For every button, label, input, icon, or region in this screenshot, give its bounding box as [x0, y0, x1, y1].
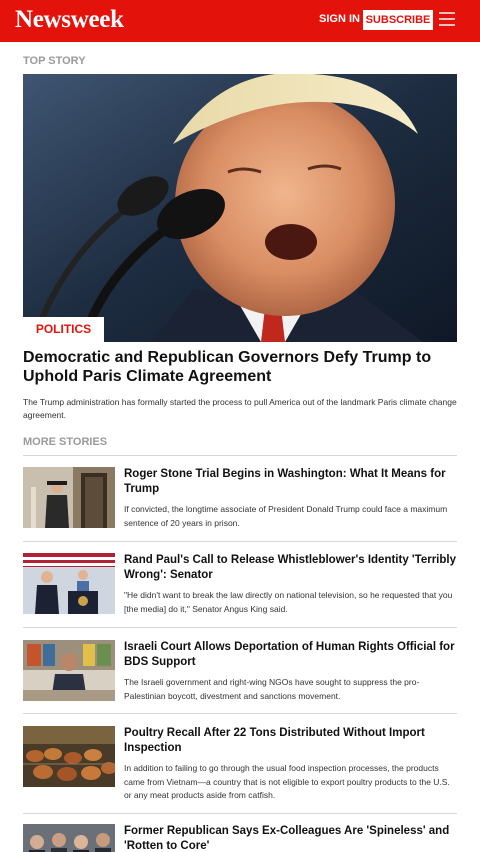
divider: [23, 813, 457, 814]
story-item[interactable]: Israeli Court Allows Deportation of Huma…: [23, 640, 457, 710]
story-thumbnail[interactable]: [23, 824, 115, 852]
story-summary: The Israeli government and right-wing NG…: [124, 677, 420, 701]
story-headline[interactable]: Israeli Court Allows Deportation of Huma…: [124, 640, 457, 670]
story-photo: [23, 824, 115, 852]
hamburger-icon[interactable]: [439, 12, 455, 28]
hero-photo: [23, 74, 457, 342]
divider: [23, 455, 457, 456]
more-stories-label: MORE STORIES: [23, 436, 108, 448]
story-headline[interactable]: Roger Stone Trial Begins in Washington: …: [124, 467, 457, 497]
story-photo: [23, 553, 115, 614]
story-photo: [23, 640, 115, 701]
story-thumbnail[interactable]: [23, 467, 115, 528]
story-item[interactable]: Roger Stone Trial Begins in Washington: …: [23, 467, 457, 537]
sign-in-link[interactable]: SIGN IN: [319, 13, 360, 25]
story-item[interactable]: Poultry Recall After 22 Tons Distributed…: [23, 726, 457, 810]
category-tag[interactable]: POLITICS: [23, 317, 104, 342]
hero-image[interactable]: POLITICS: [23, 74, 457, 342]
divider: [23, 627, 457, 628]
story-headline[interactable]: Rand Paul's Call to Release Whistleblowe…: [124, 553, 457, 583]
header-bar: Newsweek SIGN IN SUBSCRIBE: [0, 0, 480, 42]
story-thumbnail[interactable]: [23, 726, 115, 787]
top-story-label: TOP STORY: [23, 55, 86, 67]
story-thumbnail[interactable]: [23, 553, 115, 614]
top-story-headline[interactable]: Democratic and Republican Governors Defy…: [23, 348, 457, 386]
divider: [23, 713, 457, 714]
story-summary: If convicted, the longtime associate of …: [124, 504, 448, 528]
top-story-summary: The Trump administration has formally st…: [23, 397, 457, 420]
divider: [23, 541, 457, 542]
newsweek-logo[interactable]: Newsweek: [15, 6, 124, 34]
story-summary: In addition to failing to go through the…: [124, 763, 450, 800]
story-item[interactable]: Rand Paul's Call to Release Whistleblowe…: [23, 553, 457, 623]
story-headline[interactable]: Poultry Recall After 22 Tons Distributed…: [124, 726, 457, 756]
story-photo: [23, 467, 115, 528]
story-headline[interactable]: Former Republican Says Ex-Colleagues Are…: [124, 824, 457, 852]
story-photo: [23, 726, 115, 787]
story-summary: "He didn't want to break the law directl…: [124, 590, 453, 614]
subscribe-button[interactable]: SUBSCRIBE: [363, 10, 433, 30]
story-thumbnail[interactable]: [23, 640, 115, 701]
story-item[interactable]: Former Republican Says Ex-Colleagues Are…: [23, 824, 457, 852]
